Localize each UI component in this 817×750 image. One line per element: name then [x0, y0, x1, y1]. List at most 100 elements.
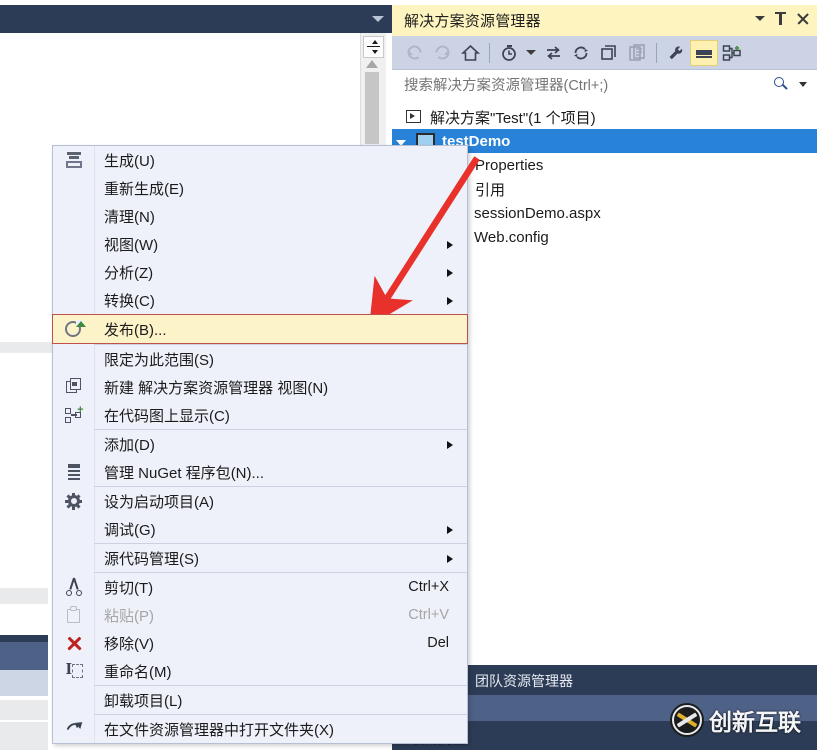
- chevron-down-icon[interactable]: [372, 16, 384, 22]
- publish-icon: [53, 315, 94, 343]
- code-map-icon: +: [53, 401, 94, 429]
- menu-item-debug[interactable]: 调试(G): [53, 515, 467, 543]
- sync-with-active-document-icon[interactable]: [539, 40, 567, 66]
- search-input[interactable]: [402, 74, 776, 98]
- menu-item-add[interactable]: 添加(D): [53, 430, 467, 458]
- solution-explorer-toolbar: [392, 36, 817, 70]
- back-icon[interactable]: [400, 40, 428, 66]
- submenu-arrow-icon: [447, 555, 453, 563]
- search-box[interactable]: [392, 70, 817, 102]
- menu-item-label: 在文件资源管理器中打开文件夹(X): [104, 721, 334, 739]
- menu-item-set-as-startup-project[interactable]: 设为启动项目(A): [53, 487, 467, 515]
- background-row: [0, 700, 48, 720]
- menu-item-cut[interactable]: 剪切(T) Ctrl+X: [53, 573, 467, 601]
- cut-icon: [53, 573, 94, 601]
- menu-item-unload-project[interactable]: 卸载项目(L): [53, 686, 467, 714]
- menu-item-label: 新建 解决方案资源管理器 视图(N): [104, 379, 329, 397]
- background-row: [0, 670, 48, 696]
- menu-item-label: 粘贴(P): [104, 607, 154, 625]
- menu-item-open-folder-in-file-explorer[interactable]: 在文件资源管理器中打开文件夹(X): [53, 715, 467, 743]
- background-row: [0, 642, 48, 670]
- pin-icon[interactable]: [775, 11, 786, 25]
- split-view-button[interactable]: [363, 36, 384, 58]
- scroll-up-arrow-icon[interactable]: [366, 60, 378, 68]
- collapse-all-icon[interactable]: [595, 40, 623, 66]
- remove-icon: [53, 629, 94, 657]
- toolbar-separator: [656, 42, 657, 63]
- background-row: [0, 722, 48, 750]
- chevron-down-icon[interactable]: [523, 40, 539, 66]
- close-icon[interactable]: [796, 12, 809, 25]
- menu-item-shortcut: Ctrl+X: [408, 579, 449, 595]
- refresh-icon[interactable]: [567, 40, 595, 66]
- properties-icon[interactable]: [662, 40, 690, 66]
- new-view-icon: [53, 373, 94, 401]
- paste-icon: [53, 601, 94, 629]
- tab-team-explorer[interactable]: 团队资源管理器: [466, 669, 582, 693]
- menu-item-label: 重新生成(E): [104, 180, 184, 198]
- project-context-menu: 生成(U) 重新生成(E) 清理(N) 视图(W) 分析(Z) 转换(C) 发布…: [52, 145, 468, 744]
- tree-item-label: 解决方案"Test"(1 个项目): [430, 109, 596, 127]
- menu-item-label: 分析(Z): [104, 264, 154, 282]
- submenu-arrow-icon: [447, 297, 453, 305]
- tree-item-solution[interactable]: 解决方案"Test"(1 个项目): [406, 105, 596, 129]
- menu-item-build[interactable]: 生成(U): [53, 146, 467, 174]
- menu-item-label: 转换(C): [104, 292, 155, 310]
- chevron-down-icon[interactable]: [799, 82, 807, 87]
- menu-item-convert[interactable]: 转换(C): [53, 286, 467, 314]
- menu-item-label: 限定为此范围(S): [104, 351, 214, 369]
- brand-logo-icon: [670, 703, 704, 737]
- menu-item-rebuild[interactable]: 重新生成(E): [53, 174, 467, 202]
- menu-item-label: 发布(B)...: [104, 321, 167, 339]
- menu-item-show-on-code-map[interactable]: + 在代码图上显示(C): [53, 401, 467, 429]
- menu-item-label: 生成(U): [104, 152, 155, 170]
- menu-item-paste: 粘贴(P) Ctrl+V: [53, 601, 467, 629]
- solution-explorer-title-bar: 解决方案资源管理器: [392, 5, 817, 37]
- menu-item-scope-to-this[interactable]: 限定为此范围(S): [53, 345, 467, 373]
- menu-item-label: 清理(N): [104, 208, 155, 226]
- menu-item-label: 设为启动项目(A): [104, 493, 214, 511]
- menu-item-new-solution-explorer-view[interactable]: 新建 解决方案资源管理器 视图(N): [53, 373, 467, 401]
- home-icon[interactable]: [456, 40, 484, 66]
- pending-changes-icon[interactable]: [495, 40, 523, 66]
- menu-item-label: 剪切(T): [104, 579, 154, 597]
- view-class-diagram-icon[interactable]: [718, 40, 746, 66]
- menu-item-label: 卸载项目(L): [104, 692, 183, 710]
- search-icon[interactable]: [774, 77, 789, 92]
- menu-item-manage-nuget-packages[interactable]: 管理 NuGet 程序包(N)...: [53, 458, 467, 486]
- menu-item-label: 移除(V): [104, 635, 154, 653]
- menu-item-analyze[interactable]: 分析(Z): [53, 258, 467, 286]
- menu-item-label: 调试(G): [104, 521, 156, 539]
- gear-icon: [53, 487, 94, 515]
- forward-icon[interactable]: [428, 40, 456, 66]
- show-all-files-icon[interactable]: [623, 40, 651, 66]
- rename-icon: [53, 657, 94, 685]
- menu-item-label: 重命名(M): [104, 663, 172, 681]
- menu-item-publish[interactable]: 发布(B)...: [52, 314, 468, 344]
- background-row: [0, 635, 48, 642]
- tree-item-label: Properties: [475, 156, 544, 174]
- menu-item-shortcut: Del: [427, 635, 449, 651]
- menu-item-source-control[interactable]: 源代码管理(S): [53, 544, 467, 572]
- panel-title: 解决方案资源管理器: [404, 13, 541, 30]
- scrollbar-thumb[interactable]: [365, 72, 379, 144]
- solution-icon: [406, 109, 423, 125]
- watermark: 创新互联: [670, 698, 817, 742]
- watermark-text: 创新互联: [709, 709, 801, 735]
- open-folder-icon: [53, 715, 94, 743]
- menu-item-label: 视图(W): [104, 236, 159, 254]
- menu-item-clean[interactable]: 清理(N): [53, 202, 467, 230]
- preview-selected-items-icon[interactable]: [690, 39, 718, 66]
- tree-item-web-config[interactable]: Web.config: [454, 225, 549, 249]
- chevron-down-icon[interactable]: [755, 15, 765, 21]
- menu-item-view[interactable]: 视图(W): [53, 230, 467, 258]
- menu-item-rename[interactable]: 重命名(M): [53, 657, 467, 685]
- menu-item-shortcut: Ctrl+V: [408, 607, 449, 623]
- tree-item-label: Web.config: [474, 228, 549, 246]
- toolbar-separator: [489, 42, 490, 63]
- menu-item-remove[interactable]: 移除(V) Del: [53, 629, 467, 657]
- menu-item-label: 在代码图上显示(C): [104, 407, 230, 425]
- tree-item-sessiondemo-aspx[interactable]: sessionDemo.aspx: [454, 201, 601, 225]
- submenu-arrow-icon: [447, 441, 453, 449]
- tab-label: 团队资源管理器: [475, 673, 573, 689]
